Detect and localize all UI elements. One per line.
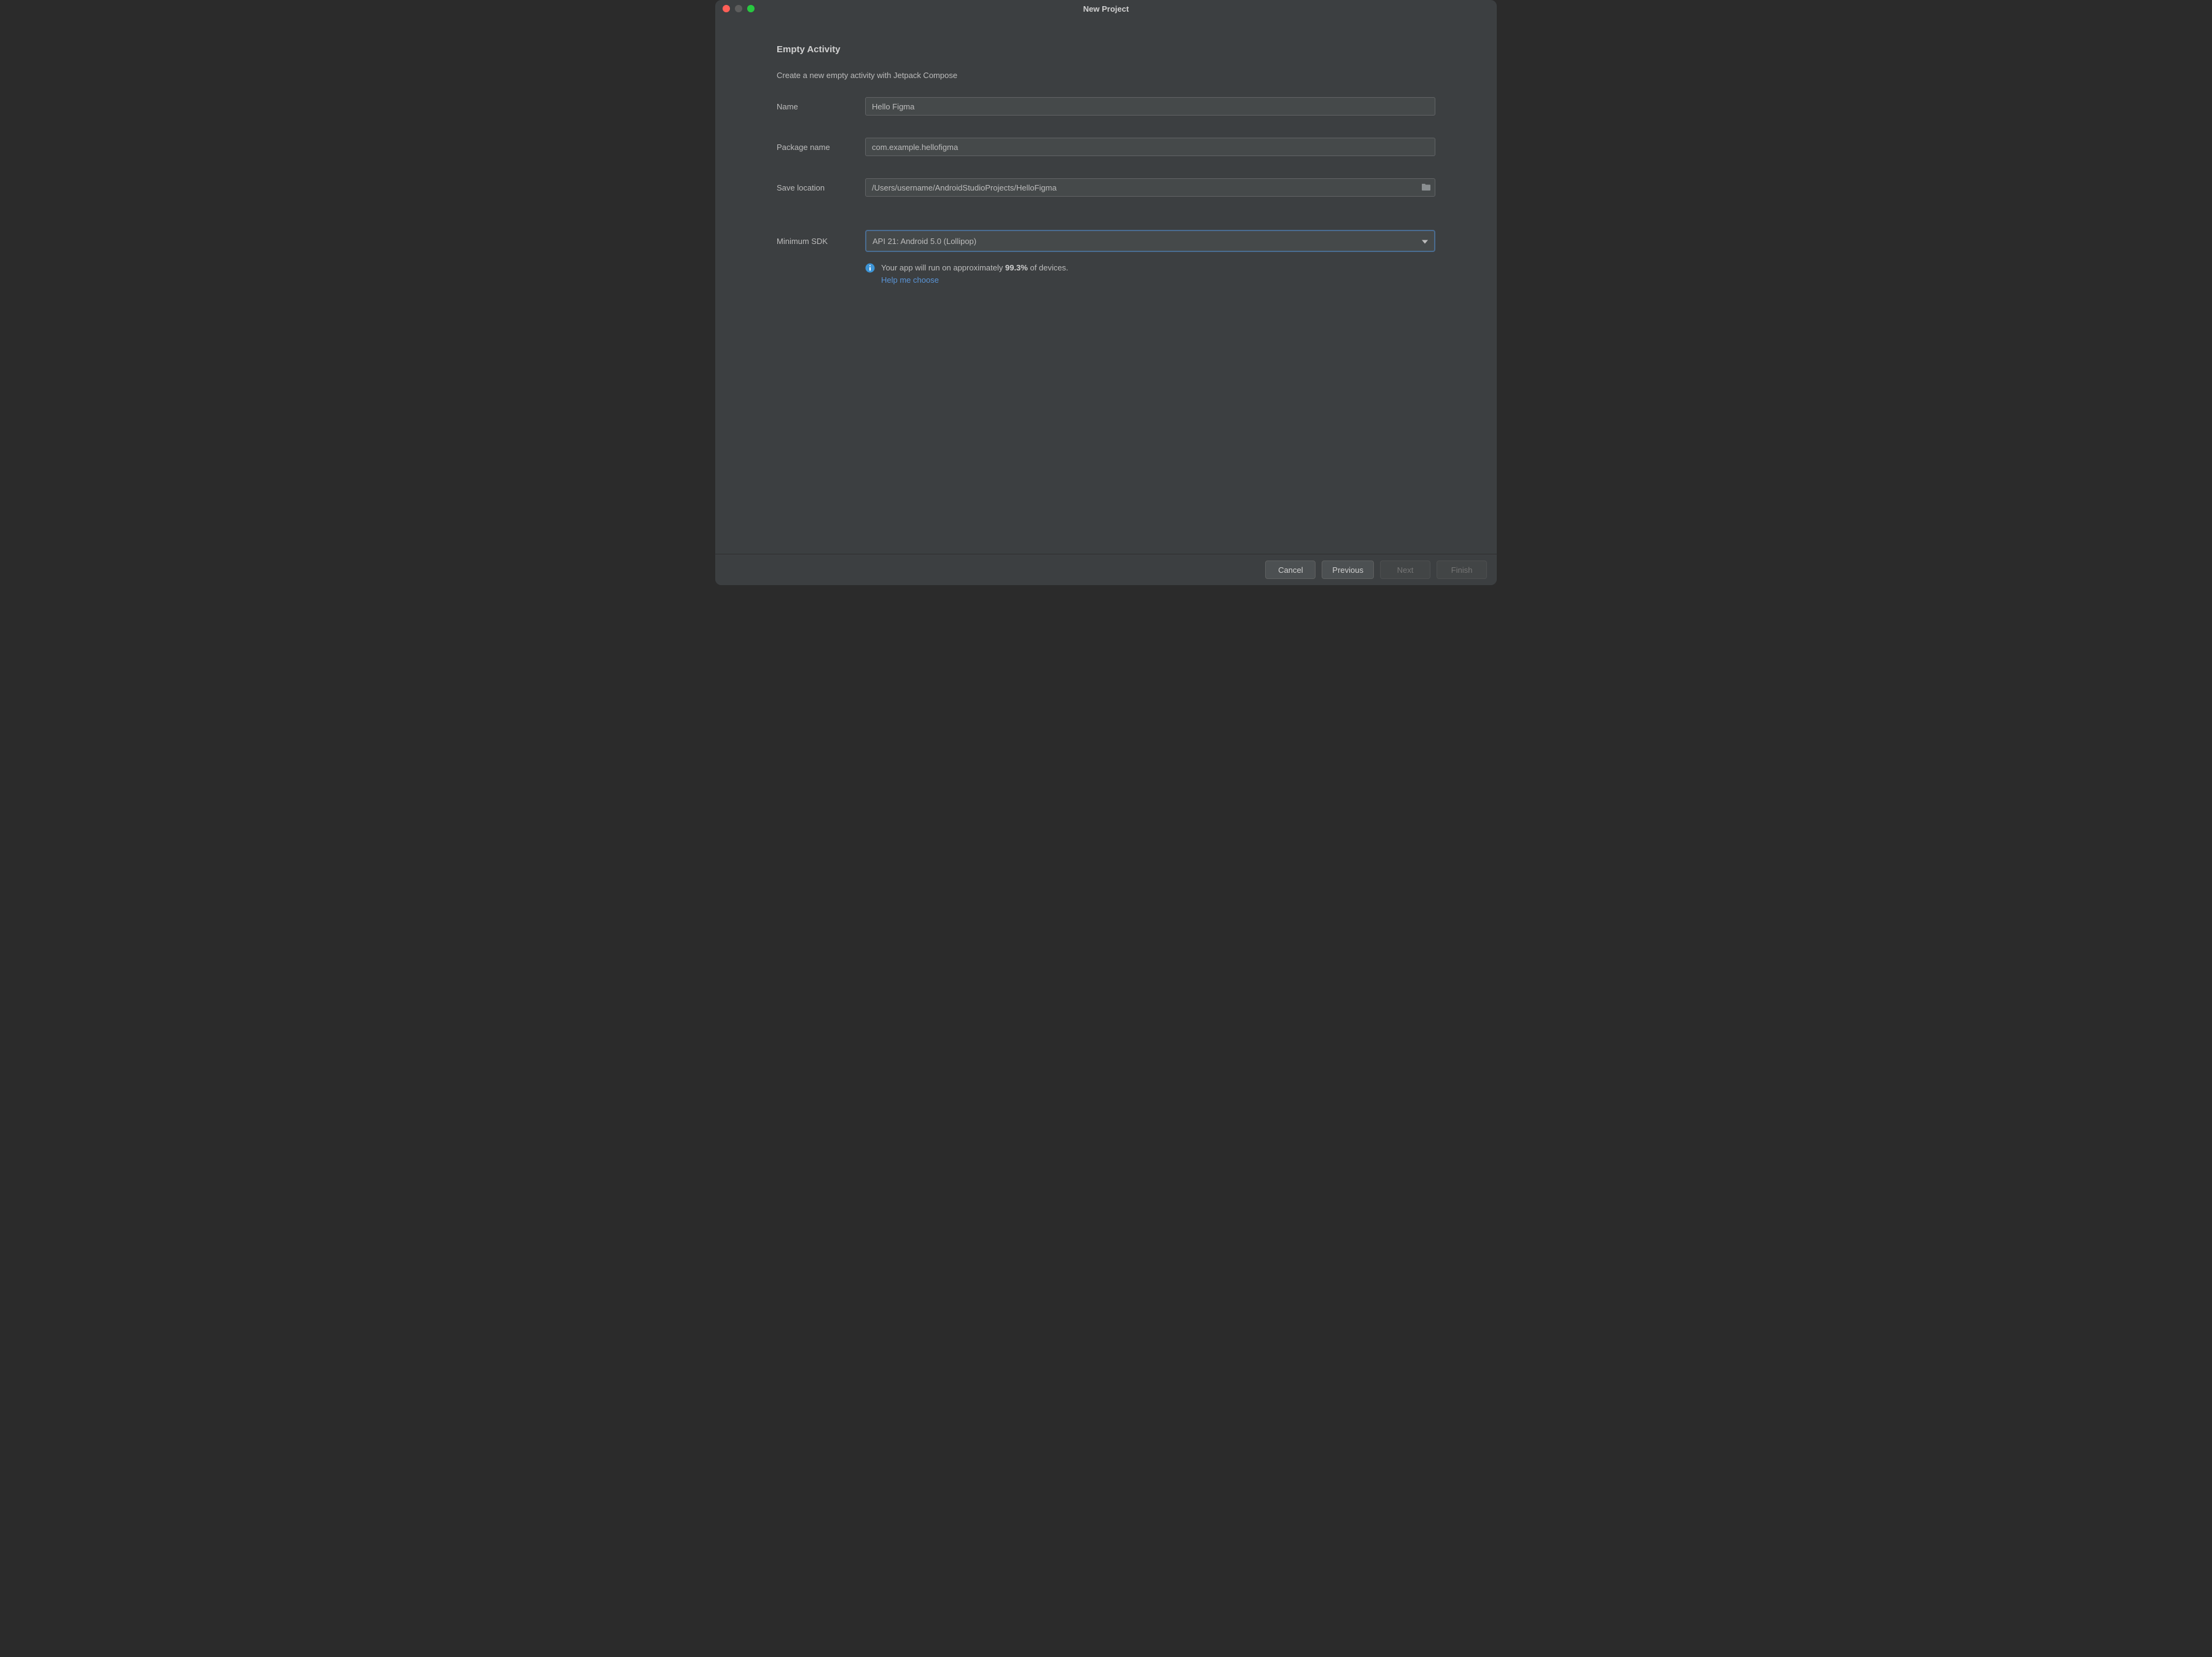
zoom-window-button[interactable] [747,5,755,12]
sdk-info-text: Your app will run on approximately 99.3%… [881,262,1069,286]
minimize-window-button[interactable] [735,5,742,12]
sdk-info: Your app will run on approximately 99.3%… [865,262,1435,286]
titlebar: New Project [715,0,1497,17]
next-button: Next [1380,561,1430,579]
row-sdk: Minimum SDK API 21: Android 5.0 (Lollipo… [777,230,1435,252]
row-location: Save location [777,178,1435,197]
help-me-choose-link[interactable]: Help me choose [881,275,939,285]
label-package: Package name [777,143,865,152]
cancel-button[interactable]: Cancel [1265,561,1316,579]
label-name: Name [777,102,865,111]
info-icon [865,263,875,273]
dialog-footer: Cancel Previous Next Finish [715,554,1497,585]
minimum-sdk-value: API 21: Android 5.0 (Lollipop) [873,237,976,246]
finish-button: Finish [1437,561,1487,579]
browse-folder-button[interactable] [1421,183,1432,192]
name-input[interactable] [865,97,1435,116]
package-input[interactable] [865,138,1435,156]
location-input[interactable] [865,178,1435,197]
chevron-down-icon [1422,237,1428,246]
dialog-content: Empty Activity Create a new empty activi… [715,17,1497,554]
label-sdk: Minimum SDK [777,237,865,246]
close-window-button[interactable] [723,5,730,12]
previous-button[interactable]: Previous [1322,561,1374,579]
window-title: New Project [715,4,1497,14]
row-package: Package name [777,138,1435,156]
sdk-info-percent: 99.3% [1005,263,1028,272]
row-name: Name [777,97,1435,116]
page-subtitle: Create a new empty activity with Jetpack… [777,71,1435,80]
page-heading: Empty Activity [777,44,1435,55]
folder-icon [1421,183,1431,193]
window-controls [715,5,755,12]
sdk-info-post: of devices. [1028,263,1069,272]
minimum-sdk-select[interactable]: API 21: Android 5.0 (Lollipop) [865,230,1435,252]
form: Name Package name Save location [777,97,1435,286]
new-project-window: New Project Empty Activity Create a new … [715,0,1497,585]
label-location: Save location [777,183,865,192]
sdk-info-pre: Your app will run on approximately [881,263,1005,272]
